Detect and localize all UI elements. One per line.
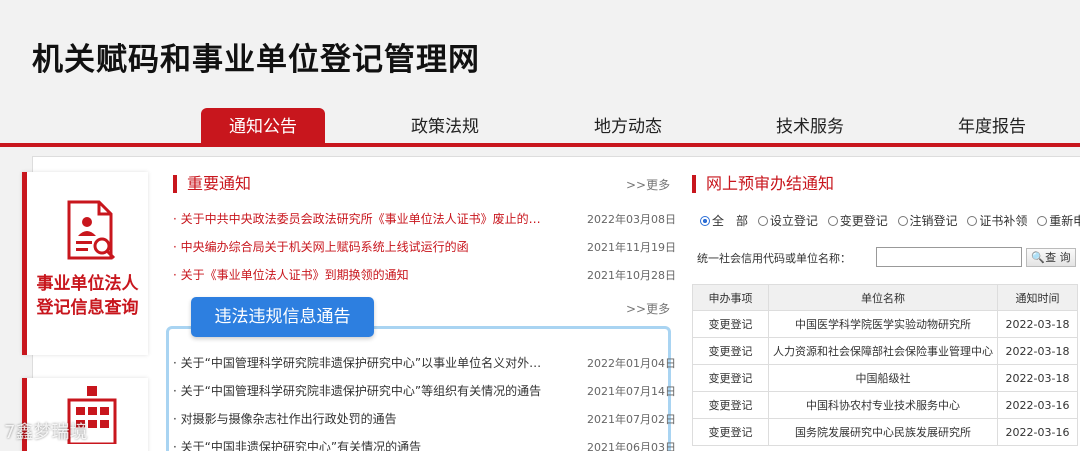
cell-unit[interactable]: 中国医学科学院医学实验动物研究所 (768, 310, 998, 338)
cell-type: 变更登记 (692, 391, 769, 419)
card-label-line1: 事业单位法人 (36, 274, 139, 294)
card-label-line2: 登记信息查询 (36, 298, 139, 318)
review-filter-radios: 全 部 设立登记 变更登记 注销登记 证书补领 重新申领 (700, 212, 1080, 229)
main-nav: 通知公告 政策法规 地方动态 技术服务 年度报告 (0, 104, 1080, 146)
table-row[interactable]: 变更登记 中国科协农村专业技术服务中心 2022-03-16 (692, 391, 1078, 419)
cell-type: 变更登记 (692, 337, 769, 365)
cell-type: 变更登记 (692, 310, 769, 338)
radio-change[interactable]: 变更登记 (827, 212, 888, 229)
certificate-search-icon (67, 200, 116, 260)
radio-dot (967, 216, 978, 226)
nav-tab-annual[interactable]: 年度报告 (942, 108, 1042, 146)
radio-cancel[interactable]: 注销登记 (897, 212, 958, 229)
notice-item[interactable]: · 关于中共中央政法委员会政法研究所《事业单位法人证书》废止的… (173, 210, 563, 227)
violation-date: 2022年01月04日 (587, 357, 676, 370)
nav-tab-policy[interactable]: 政策法规 (395, 108, 495, 146)
site-title: 机关赋码和事业单位登记管理网 (32, 42, 480, 78)
search-button[interactable]: 🔍查 询 (1026, 248, 1076, 267)
legal-person-query-card[interactable]: 事业单位法人 登记信息查询 (22, 172, 148, 355)
cell-date: 2022-03-18 (997, 364, 1078, 392)
notices-title: 重要通知 (173, 175, 251, 193)
cell-date: 2022-03-18 (997, 310, 1078, 338)
cell-unit[interactable]: 中国船级社 (768, 364, 998, 392)
radio-label: 变更登记 (839, 214, 888, 228)
radio-dot (757, 216, 768, 226)
radio-all[interactable]: 全 部 (700, 212, 748, 229)
violation-date: 2021年07月14日 (587, 385, 676, 398)
radio-reissue[interactable]: 证书补领 (967, 212, 1027, 229)
nav-divider (0, 143, 1080, 147)
search-input[interactable] (876, 247, 1022, 267)
notice-date: 2021年11月19日 (587, 241, 676, 254)
table-row[interactable]: 变更登记 中国船级社 2022-03-18 (692, 364, 1078, 392)
cell-date: 2022-03-16 (997, 418, 1078, 446)
radio-label: 证书补领 (979, 214, 1028, 228)
cell-type: 变更登记 (692, 364, 769, 392)
radio-dot (827, 216, 838, 226)
violation-item[interactable]: · 关于“中国非遗保护研究中心”有关情况的通告 (173, 438, 578, 451)
column-header: 单位名称 (768, 284, 998, 311)
search-button-label: 查 询 (1045, 251, 1071, 264)
radio-label: 注销登记 (909, 214, 958, 228)
radio-dot (1037, 216, 1048, 226)
table-row[interactable]: 变更登记 人力资源和社会保障部社会保险事业管理中心 2022-03-18 (692, 337, 1078, 365)
table-row[interactable]: 变更登记 国务院发展研究中心民族发展研究所 2022-03-16 (692, 418, 1078, 446)
radio-establish[interactable]: 设立登记 (757, 212, 818, 229)
violations-more-link[interactable]: >>更多 (626, 300, 670, 317)
violations-tag: 违法违规信息通告 (191, 297, 374, 337)
radio-label: 设立登记 (769, 214, 818, 228)
table-header-row: 申办事项 单位名称 通知时间 (692, 284, 1078, 311)
violation-item[interactable]: · 对摄影与摄像杂志社作出行政处罚的通告 (173, 410, 578, 427)
radio-label: 重新申领 (1049, 214, 1080, 228)
cell-unit[interactable]: 人力资源和社会保障部社会保险事业管理中心 (768, 337, 998, 365)
cell-type: 变更登记 (692, 418, 769, 446)
violation-date: 2021年07月02日 (587, 413, 676, 426)
card-label: 事业单位法人 登记信息查询 (27, 272, 148, 320)
cell-date: 2022-03-18 (997, 337, 1078, 365)
notice-item[interactable]: · 关于《事业单位法人证书》到期换领的通知 (173, 266, 563, 283)
review-title: 网上预审办结通知 (692, 175, 834, 193)
column-header: 通知时间 (997, 284, 1078, 311)
cell-unit[interactable]: 中国科协农村专业技术服务中心 (768, 391, 998, 419)
radio-dot (700, 216, 710, 226)
notices-more-link[interactable]: >>更多 (626, 176, 670, 193)
radio-label: 全 部 (712, 214, 749, 228)
nav-tab-tech[interactable]: 技术服务 (760, 108, 860, 146)
review-table: 申办事项 单位名称 通知时间 变更登记 中国医学科学院医学实验动物研究所 202… (692, 284, 1078, 446)
search-icon: 🔍 (1031, 251, 1046, 264)
cell-date: 2022-03-16 (997, 391, 1078, 419)
cell-unit[interactable]: 国务院发展研究中心民族发展研究所 (768, 418, 998, 446)
violation-item[interactable]: · 关于“中国管理科学研究院非遗保护研究中心”以事业单位名义对外… (173, 354, 578, 371)
violation-date: 2021年06月03日 (587, 441, 676, 451)
column-header: 申办事项 (692, 284, 769, 311)
table-row[interactable]: 变更登记 中国医学科学院医学实验动物研究所 2022-03-18 (692, 310, 1078, 338)
notice-date: 2021年10月28日 (587, 269, 676, 282)
site-header: 机关赋码和事业单位登记管理网 (0, 0, 1080, 100)
violation-item[interactable]: · 关于“中国管理科学研究院非遗保护研究中心”等组织有关情况的通告 (173, 382, 578, 399)
search-label: 统一社会信用代码或单位名称： (697, 252, 851, 265)
notice-date: 2022年03月08日 (587, 213, 676, 226)
radio-reapply[interactable]: 重新申领 (1037, 212, 1080, 229)
notice-item[interactable]: · 中央编办综合局关于机关网上赋码系统上线试运行的函 (173, 238, 563, 255)
nav-tab-local[interactable]: 地方动态 (578, 108, 678, 146)
watermark: 7鑫梦瑞境 (4, 422, 88, 443)
radio-dot (897, 216, 908, 226)
nav-tab-notices[interactable]: 通知公告 (201, 108, 325, 146)
